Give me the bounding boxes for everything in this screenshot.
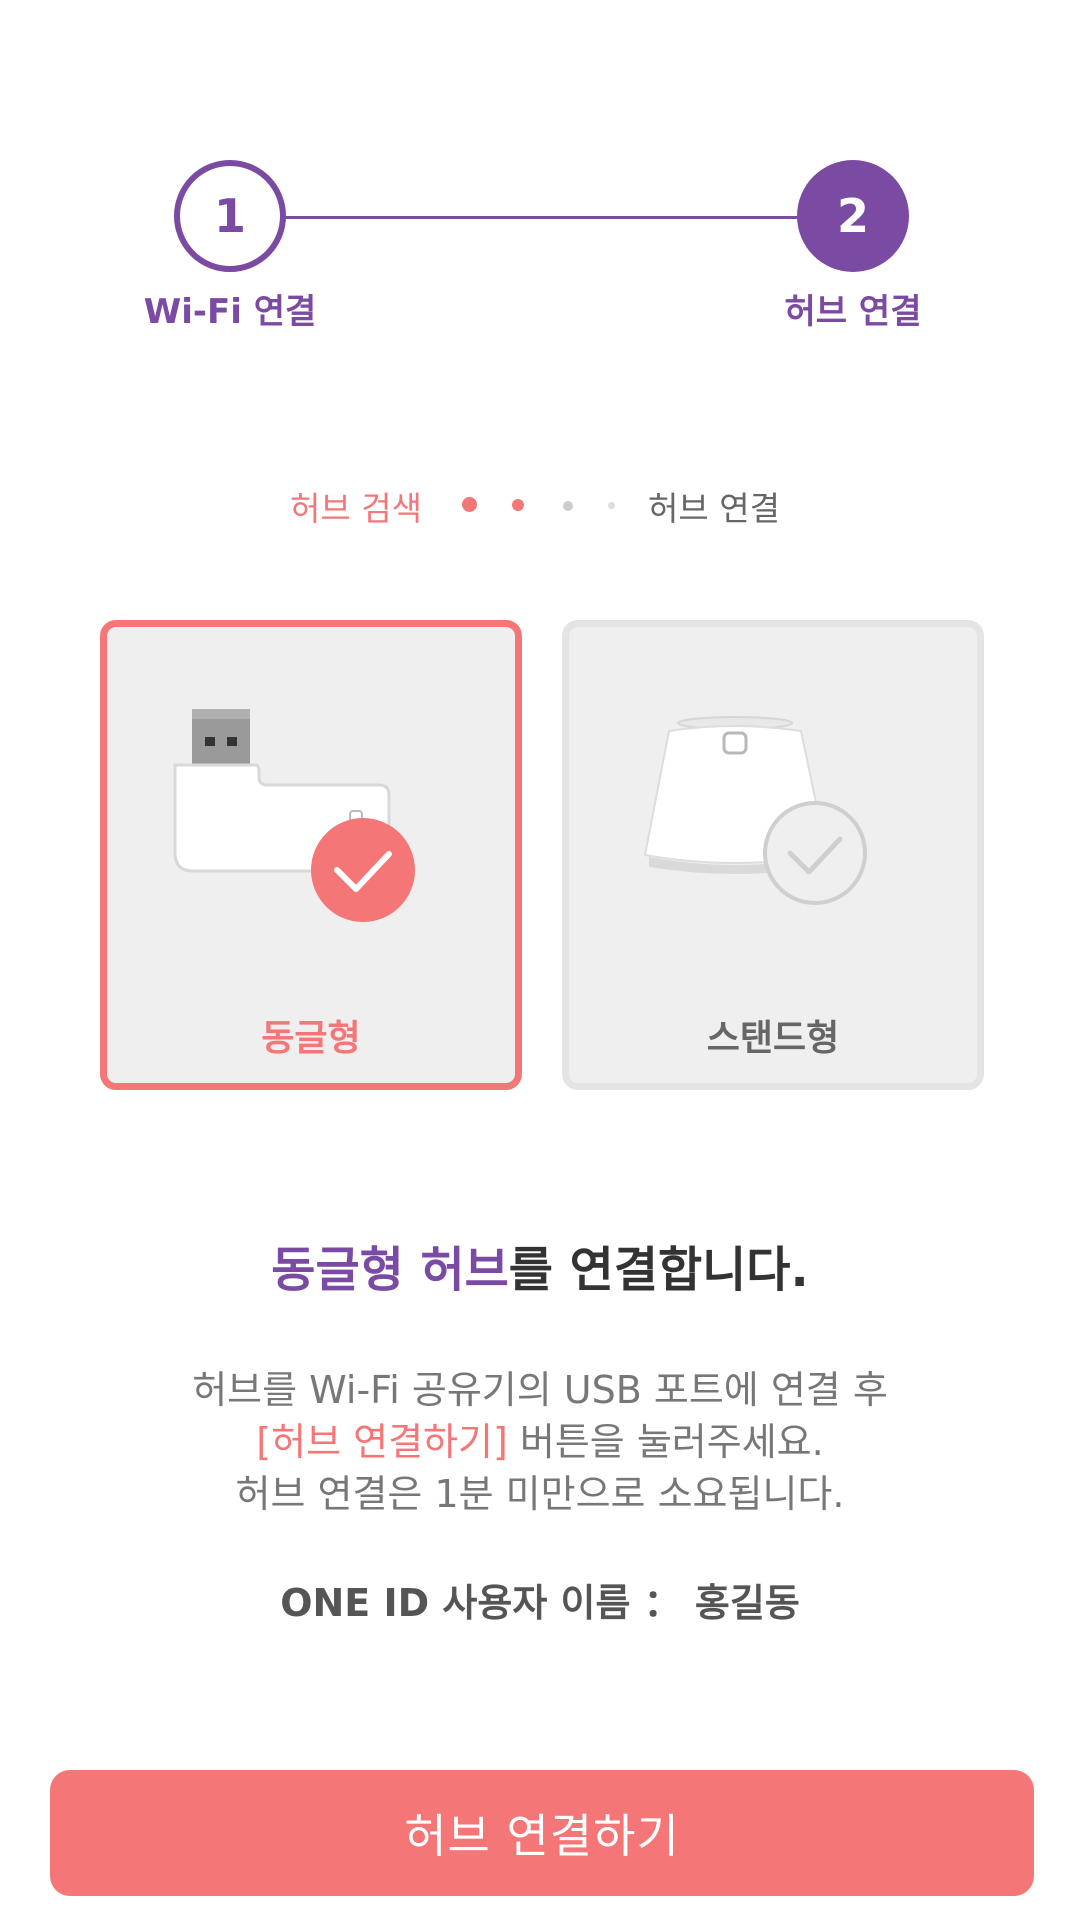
progress-end-label: 허브 연결 xyxy=(648,489,780,528)
progress-dot xyxy=(563,501,573,511)
step-2-label: 허브 연결 xyxy=(784,292,922,332)
step-1-label: Wi-Fi 연결 xyxy=(143,292,317,332)
user-name-separator: ： xyxy=(643,1581,682,1625)
instruction-line-1: 허브를 Wi-Fi 공유기의 USB 포트에 연결 후 xyxy=(192,1368,888,1412)
step-2-circle: 2 xyxy=(797,160,909,272)
user-name-label: ONE ID 사용자 이름 xyxy=(280,1581,631,1625)
page-title: 동글형 허브를 연결합니다. xyxy=(0,1230,1080,1300)
headline-rest: 를 연결합니다. xyxy=(508,1242,809,1298)
headline-highlight: 동글형 허브 xyxy=(271,1242,509,1298)
hub-type-dongle-card[interactable]: 동글형 xyxy=(100,620,522,1090)
stepper-connector xyxy=(285,216,805,219)
instruction-line-3: 허브 연결은 1분 미만으로 소요됩니다. xyxy=(235,1472,845,1516)
hub-type-stand-label: 스탠드형 xyxy=(706,1018,840,1059)
step-2-number: 2 xyxy=(836,189,869,243)
hub-type-dongle-label: 동글형 xyxy=(261,1018,361,1059)
user-name-value: 홍길동 xyxy=(694,1581,800,1625)
user-name-row: ONE ID 사용자 이름 ： 홍길동 xyxy=(0,1572,1080,1627)
connect-hub-button[interactable]: 허브 연결하기 xyxy=(50,1770,1034,1896)
step-1-circle: 1 xyxy=(174,160,286,272)
instruction-line-2-rest: 버튼을 눌러주세요. xyxy=(507,1420,824,1464)
instruction-accent: [허브 연결하기] xyxy=(256,1420,508,1464)
hub-setup-screen: 1 2 Wi-Fi 연결 허브 연결 허브 검색 허브 연결 동글형 스탠드형 … xyxy=(0,0,1080,1920)
progress-dot xyxy=(462,497,477,512)
instruction-line-2: [허브 연결하기] 버튼을 눌러주세요. xyxy=(0,1416,1080,1468)
step-1-number: 1 xyxy=(213,189,246,243)
instruction-text: 허브를 Wi-Fi 공유기의 USB 포트에 연결 후 [허브 연결하기] 버튼… xyxy=(0,1364,1080,1520)
search-progress: 허브 검색 허브 연결 xyxy=(0,480,1080,530)
progress-start-label: 허브 검색 xyxy=(290,489,422,528)
progress-dot xyxy=(512,499,524,511)
hub-type-stand-card[interactable]: 스탠드형 xyxy=(562,620,984,1090)
progress-dot xyxy=(608,502,615,509)
